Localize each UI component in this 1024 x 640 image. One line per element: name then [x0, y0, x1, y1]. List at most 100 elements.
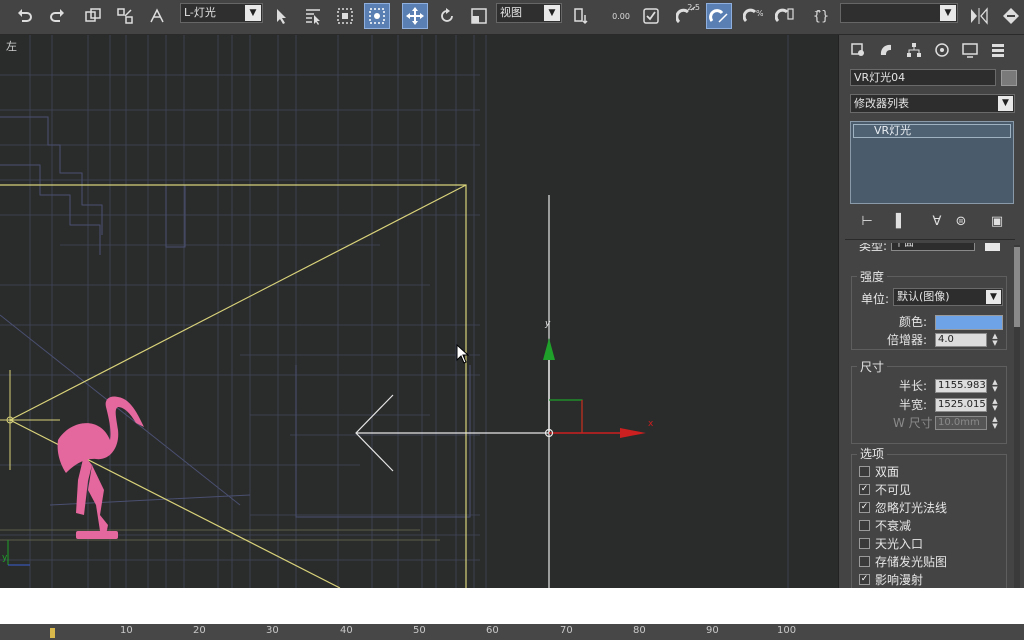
- chevron-down-icon: ▼: [544, 5, 560, 21]
- panel-scroll-thumb[interactable]: [1014, 247, 1020, 327]
- option-label: 存储发光贴图: [875, 555, 948, 569]
- align-icon[interactable]: [998, 3, 1024, 29]
- axis-tripod: [7, 540, 30, 566]
- light-color-swatch[interactable]: [935, 315, 1003, 330]
- select-and-manipulate-icon[interactable]: [638, 3, 664, 29]
- unit-label: 单位:: [861, 292, 890, 306]
- flamingo-model: [57, 396, 145, 539]
- create-tab-icon[interactable]: [847, 39, 869, 61]
- options-title: 选项: [857, 445, 888, 462]
- spinner-snap-toggle-icon[interactable]: [772, 3, 798, 29]
- mirror-icon[interactable]: [966, 3, 992, 29]
- left-viewport[interactable]: 左 y x y: [0, 35, 838, 588]
- redo-icon[interactable]: [44, 3, 70, 29]
- ruler-tick: 100: [777, 625, 797, 636]
- hierarchy-tab-icon[interactable]: [903, 39, 925, 61]
- object-name-field[interactable]: VR灯光04: [850, 69, 996, 86]
- show-end-result-icon[interactable]: ▌: [891, 211, 911, 231]
- modifier-stack-item[interactable]: VR灯光: [853, 124, 1011, 138]
- undo-icon[interactable]: [12, 3, 38, 29]
- pin-stack-icon[interactable]: ⊢: [857, 211, 877, 231]
- reference-coord-value: 视图: [500, 6, 522, 19]
- type-label: 类型:: [859, 243, 888, 253]
- angle-snap-icon[interactable]: [706, 3, 732, 29]
- option-label: 双面: [875, 465, 900, 479]
- display-tab-icon[interactable]: [959, 39, 981, 61]
- unit-dropdown[interactable]: 默认(图像) ▼: [893, 288, 1003, 306]
- mouse-cursor-icon: [456, 344, 470, 364]
- pivot-center-icon[interactable]: [568, 3, 594, 29]
- edit-named-selection-icon[interactable]: {⃗}: [808, 3, 834, 29]
- modifier-list-dropdown[interactable]: 修改器列表 ▼: [850, 94, 1015, 113]
- link-icon[interactable]: [80, 3, 106, 29]
- reference-coord-dropdown[interactable]: 视图 ▼: [496, 3, 562, 23]
- chevron-down-icon: ▼: [245, 5, 261, 21]
- window-crossing-icon[interactable]: [364, 3, 390, 29]
- option-checkbox[interactable]: ✓: [859, 502, 870, 513]
- option-label: 不可见: [875, 483, 912, 497]
- w-size-field: 10.0mm: [935, 416, 987, 430]
- motion-tab-icon[interactable]: [931, 39, 953, 61]
- select-object-icon[interactable]: [268, 3, 294, 29]
- chevron-down-icon: [985, 243, 1000, 251]
- light-direction-arrow: [355, 394, 549, 472]
- command-panel: VR灯光04 修改器列表 ▼ VR灯光 ⊢ ▌ ∀ ⊜ ▣ 类型: 平面 强度 …: [838, 35, 1024, 588]
- size-title: 尺寸: [857, 358, 888, 375]
- chevron-down-icon: ▼: [986, 290, 1001, 304]
- w-size-label: W 尺寸: [893, 416, 933, 430]
- move-icon[interactable]: [402, 3, 428, 29]
- type-dropdown[interactable]: 平面: [891, 243, 975, 251]
- remove-modifier-icon[interactable]: ⊜: [951, 211, 971, 231]
- option-checkbox[interactable]: ✓: [859, 574, 870, 585]
- snaps-toggle-icon[interactable]: 2.5: [674, 3, 700, 29]
- rectangular-selection-icon[interactable]: [332, 3, 358, 29]
- color-label: 颜色:: [899, 315, 928, 329]
- named-selection-dropdown[interactable]: ▼: [840, 3, 958, 23]
- option-checkbox[interactable]: [859, 466, 870, 477]
- half-width-field[interactable]: 1525.015: [935, 398, 987, 412]
- intensity-title: 强度: [857, 268, 888, 285]
- bind-space-warp-icon[interactable]: [144, 3, 170, 29]
- option-checkbox[interactable]: [859, 538, 870, 549]
- half-length-field[interactable]: 1155.983: [935, 379, 987, 393]
- chevron-down-icon: ▼: [940, 5, 956, 21]
- selection-filter-value: L-灯光: [184, 6, 216, 19]
- rotate-icon[interactable]: [434, 3, 460, 29]
- selection-filter-dropdown[interactable]: L-灯光 ▼: [180, 3, 263, 23]
- scale-icon[interactable]: [466, 3, 492, 29]
- half-length-spinner-icon[interactable]: ▲ ▼: [991, 379, 999, 393]
- configure-modifier-sets-icon[interactable]: ▣: [987, 211, 1007, 231]
- option-checkbox[interactable]: ✓: [859, 484, 870, 495]
- angle-snap-value: 2.5: [687, 3, 700, 12]
- object-color-swatch[interactable]: [1001, 70, 1017, 86]
- spinner-snap-icon[interactable]: 0.00: [606, 3, 636, 29]
- move-gizmo: [543, 338, 646, 438]
- half-width-spinner-icon[interactable]: ▲ ▼: [991, 398, 999, 412]
- multiplier-field[interactable]: 4.0: [935, 333, 987, 347]
- modify-tab-icon[interactable]: [875, 39, 897, 61]
- w-size-spinner-icon: ▲ ▼: [992, 415, 998, 430]
- ruler-tick: 20: [193, 625, 206, 636]
- tripod-y-label: y: [2, 553, 8, 563]
- viewport-label[interactable]: 左: [6, 38, 17, 54]
- option-label: 影响漫射: [875, 573, 924, 587]
- ruler-tick: 90: [706, 625, 719, 636]
- divider: [845, 239, 1015, 240]
- make-unique-icon[interactable]: ∀: [927, 211, 947, 231]
- gizmo-y-label: y: [545, 319, 551, 329]
- type-row: 类型: 平面: [851, 243, 1007, 257]
- utilities-tab-icon[interactable]: [987, 39, 1009, 61]
- percent-snap-icon[interactable]: %: [740, 3, 766, 29]
- modifier-list-label: 修改器列表: [854, 97, 909, 110]
- option-checkbox[interactable]: [859, 556, 870, 567]
- option-label: 不衰减: [875, 519, 912, 533]
- multiplier-spinner-icon[interactable]: ▲ ▼: [991, 333, 999, 347]
- gizmo-x-label: x: [648, 419, 654, 429]
- ruler-tick: 70: [560, 625, 573, 636]
- option-checkbox[interactable]: [859, 520, 870, 531]
- time-ruler[interactable]: 10 20 30 40 50 60 70 80 90 100: [0, 624, 1024, 640]
- select-by-name-icon[interactable]: [300, 3, 326, 29]
- ruler-tick: 60: [486, 625, 499, 636]
- unlink-icon[interactable]: [112, 3, 138, 29]
- time-slider-marker[interactable]: [50, 628, 55, 638]
